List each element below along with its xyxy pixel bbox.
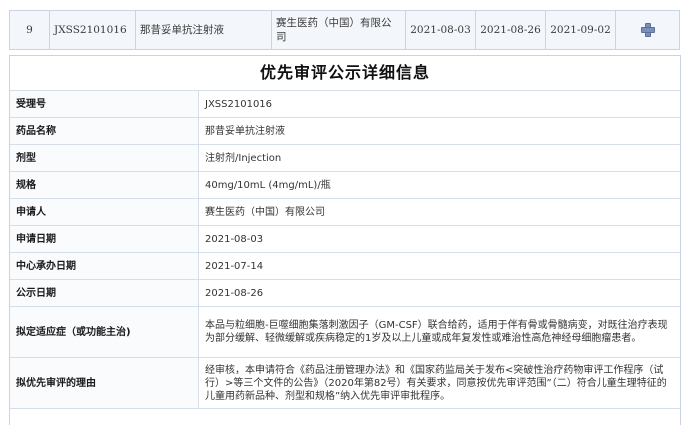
detail-row: 申请人 赛生医药（中国）有限公司 bbox=[10, 198, 680, 226]
detail-value: JXSS2101016 bbox=[198, 91, 680, 118]
detail-table: 受理号 JXSS2101016 药品名称 那昔妥单抗注射液 剂型 注射剂/Inj… bbox=[10, 91, 680, 409]
summary-acceptance-no: JXSS2101016 bbox=[49, 10, 136, 50]
summary-applicant: 赛生医药（中国）有限公司 bbox=[271, 10, 406, 50]
summary-drug-name: 那昔妥单抗注射液 bbox=[135, 10, 272, 50]
detail-label: 中心承办日期 bbox=[10, 252, 199, 280]
detail-label: 申请日期 bbox=[10, 225, 199, 253]
plus-icon[interactable] bbox=[640, 23, 655, 37]
summary-date-3: 2021-09-02 bbox=[545, 10, 616, 50]
detail-value: 2021-08-03 bbox=[198, 225, 680, 253]
detail-value: 本品与粒细胞-巨噬细胞集落刺激因子（GM-CSF）联合给药，适用于伴有骨或骨髓病… bbox=[198, 306, 680, 358]
summary-table: 9 JXSS2101016 那昔妥单抗注射液 赛生医药（中国）有限公司 2021… bbox=[9, 10, 680, 50]
detail-value: 那昔妥单抗注射液 bbox=[198, 117, 680, 145]
summary-date-1: 2021-08-03 bbox=[405, 10, 476, 50]
detail-value: 赛生医药（中国）有限公司 bbox=[198, 198, 680, 226]
detail-row: 药品名称 那昔妥单抗注射液 bbox=[10, 117, 680, 145]
detail-value: 注射剂/Injection bbox=[198, 144, 680, 172]
detail-row: 受理号 JXSS2101016 bbox=[10, 91, 680, 118]
detail-label: 规格 bbox=[10, 171, 199, 199]
detail-row: 公示日期 2021-08-26 bbox=[10, 279, 680, 307]
detail-value: 2021-08-26 bbox=[198, 279, 680, 307]
detail-row: 拟定适应症（或功能主治) 本品与粒细胞-巨噬细胞集落刺激因子（GM-CSF）联合… bbox=[10, 306, 680, 358]
detail-label: 拟定适应症（或功能主治) bbox=[10, 306, 199, 358]
summary-row: 9 JXSS2101016 那昔妥单抗注射液 赛生医药（中国）有限公司 2021… bbox=[9, 10, 680, 50]
detail-row: 规格 40mg/10mL (4mg/mL)/瓶 bbox=[10, 171, 680, 199]
detail-label: 拟优先审评的理由 bbox=[10, 357, 199, 409]
summary-date-2: 2021-08-26 bbox=[475, 10, 546, 50]
detail-title: 优先审评公示详细信息 bbox=[10, 56, 680, 91]
expand-cell[interactable] bbox=[615, 10, 680, 50]
detail-value: 40mg/10mL (4mg/mL)/瓶 bbox=[198, 171, 680, 199]
summary-index: 9 bbox=[9, 10, 50, 50]
detail-label: 公示日期 bbox=[10, 279, 199, 307]
detail-row: 申请日期 2021-08-03 bbox=[10, 225, 680, 253]
detail-label: 药品名称 bbox=[10, 117, 199, 145]
detail-row: 拟优先审评的理由 经审核，本申请符合《药品注册管理办法》和《国家药监局关于发布<… bbox=[10, 357, 680, 409]
detail-label: 受理号 bbox=[10, 91, 199, 118]
detail-value: 经审核，本申请符合《药品注册管理办法》和《国家药监局关于发布<突破性治疗药物审评… bbox=[198, 357, 680, 409]
detail-panel: 优先审评公示详细信息 受理号 JXSS2101016 药品名称 那昔妥单抗注射液… bbox=[9, 55, 681, 425]
detail-row: 中心承办日期 2021-07-14 bbox=[10, 252, 680, 280]
detail-value: 2021-07-14 bbox=[198, 252, 680, 280]
detail-label: 申请人 bbox=[10, 198, 199, 226]
detail-label: 剂型 bbox=[10, 144, 199, 172]
detail-row: 剂型 注射剂/Injection bbox=[10, 144, 680, 172]
